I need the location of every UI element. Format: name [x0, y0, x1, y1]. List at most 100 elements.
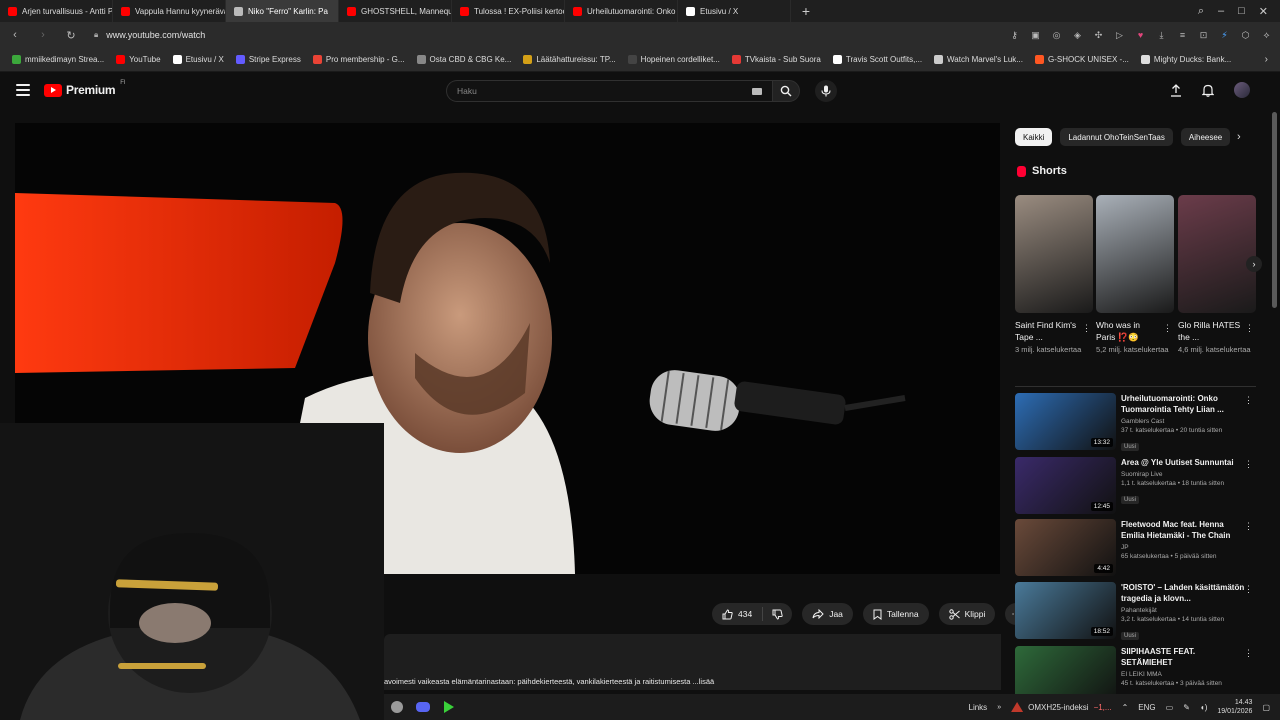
- bookmark-item[interactable]: Osta CBD & CBG Ke...: [411, 55, 518, 64]
- browser-tab[interactable]: Niko "Ferro" Karlin: Pa: [226, 0, 339, 22]
- short-item[interactable]: Glo Rilla HATES the ... 4,6 milj. katsel…: [1178, 195, 1256, 355]
- more-vertical-icon[interactable]: ⋮: [1244, 648, 1253, 659]
- browser-tab[interactable]: Urheilutuomarointi: Onko: [565, 0, 678, 22]
- search-button[interactable]: [772, 80, 800, 102]
- stock-widget[interactable]: OMXH25-indeksi −1,...: [1011, 702, 1112, 712]
- new-tab-button[interactable]: +: [797, 2, 815, 20]
- avatar[interactable]: [1234, 82, 1250, 98]
- video-title[interactable]: Area @ Yle Uutiset Sunnuntai: [1121, 457, 1245, 468]
- video-title[interactable]: SIIPIHAASTE FEAT. SETÄMIEHET: [1121, 646, 1245, 668]
- browser-tab[interactable]: Etusivu / X: [678, 0, 791, 22]
- channel-name[interactable]: Suomirap Live: [1121, 470, 1245, 479]
- short-title[interactable]: Glo Rilla HATES the ...: [1178, 319, 1242, 343]
- minimize-icon[interactable]: –: [1218, 5, 1224, 18]
- bookmark-item[interactable]: TVkaista - Sub Suora: [726, 55, 827, 64]
- url-field[interactable]: 🔒︎ www.youtube.com/watch: [94, 30, 205, 40]
- wallet-icon[interactable]: ⬡: [1240, 30, 1251, 41]
- channel-name[interactable]: JP: [1121, 543, 1245, 552]
- volume-icon[interactable]: ◖): [1200, 703, 1208, 712]
- filter-chip[interactable]: Aiheesee: [1180, 128, 1231, 146]
- close-window-icon[interactable]: ✕: [1259, 5, 1268, 18]
- maximize-icon[interactable]: □: [1238, 5, 1245, 18]
- extension-icon[interactable]: ✣: [1093, 30, 1104, 41]
- recommendation-item[interactable]: 12:45 Area @ Yle Uutiset Sunnuntai Suomi…: [1015, 457, 1265, 515]
- short-item[interactable]: Saint Find Kim's Tape ... 3 milj. katsel…: [1015, 195, 1093, 355]
- tray-overflow-icon[interactable]: ⌃: [1122, 703, 1129, 712]
- channel-name[interactable]: Pahantekijät: [1121, 606, 1245, 615]
- more-vertical-icon[interactable]: ⋮: [1245, 323, 1254, 334]
- video-title[interactable]: 'ROISTO' – Lahden käsittämätön tragedia …: [1121, 582, 1245, 604]
- save-button[interactable]: Tallenna: [862, 603, 929, 625]
- more-vertical-icon[interactable]: ⋮: [1244, 459, 1253, 470]
- short-thumbnail[interactable]: [1178, 195, 1256, 313]
- filter-chip[interactable]: Kaikki: [1015, 128, 1053, 146]
- video-title[interactable]: Urheilutuomarointi: Onko Tuomarointia Te…: [1121, 393, 1245, 415]
- like-button[interactable]: 434: [712, 607, 764, 621]
- more-vertical-icon[interactable]: ⋮: [1244, 395, 1253, 406]
- discord-icon[interactable]: [410, 694, 436, 720]
- more-vertical-icon[interactable]: ⋮: [1082, 323, 1091, 334]
- video-thumbnail[interactable]: 18:52: [1015, 582, 1116, 639]
- short-thumbnail[interactable]: [1015, 195, 1093, 313]
- clip-button[interactable]: Klippi: [938, 603, 996, 625]
- recommendation-item[interactable]: 4:42 Fleetwood Mac feat. Henna Emilia Hi…: [1015, 519, 1265, 577]
- bookmark-item[interactable]: Watch Marvel's Luk...: [928, 55, 1029, 64]
- browser-tab[interactable]: Tulossa ! EX-Poliisi kertoo: [452, 0, 565, 22]
- more-vertical-icon[interactable]: ⋮: [1244, 584, 1253, 595]
- play-app-icon[interactable]: [436, 694, 462, 720]
- channel-name[interactable]: Gamblers Cast: [1121, 417, 1245, 426]
- notifications-icon[interactable]: [1202, 84, 1214, 97]
- voice-search-button[interactable]: [815, 80, 837, 102]
- vpn-icon[interactable]: ⚡︎: [1219, 30, 1230, 41]
- browser-tab[interactable]: Vappula Hannu kyynerävarr: [113, 0, 226, 22]
- keyboard-icon[interactable]: [752, 87, 762, 95]
- video-thumbnail[interactable]: 13:32: [1015, 393, 1116, 450]
- bookmark-item[interactable]: Läätähattureissu: TP...: [517, 55, 621, 64]
- bookmark-item[interactable]: YouTube: [110, 55, 166, 64]
- notification-center-icon[interactable]: ▢: [1262, 703, 1270, 712]
- bookmark-item[interactable]: Hopeinen cordelliket...: [622, 55, 726, 64]
- network-icon[interactable]: ▭: [1166, 703, 1174, 712]
- menu-icon[interactable]: [16, 84, 30, 96]
- dislike-button[interactable]: [763, 609, 792, 620]
- links-toolbar[interactable]: Links: [969, 703, 988, 712]
- bookmark-item[interactable]: Stripe Express: [230, 55, 307, 64]
- language-indicator[interactable]: ENG: [1138, 703, 1155, 712]
- short-item[interactable]: Who was in Paris ⁉️😳 5,2 milj. katseluke…: [1096, 195, 1174, 355]
- share-button[interactable]: Jaa: [802, 603, 853, 625]
- more-vertical-icon[interactable]: ⋮: [1244, 521, 1253, 532]
- short-title[interactable]: Who was in Paris ⁉️😳: [1096, 319, 1160, 343]
- forward-icon[interactable]: ›: [36, 29, 50, 41]
- extension-icon[interactable]: ▣: [1030, 30, 1041, 41]
- key-icon[interactable]: ⚷: [1009, 30, 1020, 41]
- short-thumbnail[interactable]: [1096, 195, 1174, 313]
- play-icon[interactable]: ▷: [1114, 30, 1125, 41]
- bookmark-item[interactable]: G-SHOCK UNISEX -...: [1029, 55, 1135, 64]
- back-icon[interactable]: ‹: [8, 29, 22, 41]
- bookmark-item[interactable]: mmiikedimayn Strea...: [6, 55, 110, 64]
- browser-tab[interactable]: GHOSTSHELL, Mannequin: [339, 0, 452, 22]
- browser-tab[interactable]: Arjen turvallisuus - Antti P: [0, 0, 113, 22]
- ai-icon[interactable]: ⟡: [1261, 30, 1272, 41]
- chevron-icon[interactable]: »: [997, 704, 1001, 711]
- download-icon[interactable]: ⤓: [1156, 30, 1167, 41]
- heart-icon[interactable]: ♥: [1135, 30, 1146, 41]
- video-thumbnail[interactable]: 4:42: [1015, 519, 1116, 576]
- chevron-right-icon[interactable]: ›: [1237, 131, 1241, 143]
- reload-icon[interactable]: ↻: [64, 29, 78, 42]
- recommendation-item[interactable]: 18:52 'ROISTO' – Lahden käsittämätön tra…: [1015, 582, 1265, 640]
- menu-icon[interactable]: ≡: [1177, 30, 1188, 41]
- upload-icon[interactable]: [1170, 83, 1182, 97]
- recommendation-item[interactable]: 13:32 Urheilutuomarointi: Onko Tuomaroin…: [1015, 393, 1265, 451]
- video-title[interactable]: Fleetwood Mac feat. Henna Emilia Hietamä…: [1121, 519, 1245, 541]
- search-input[interactable]: Haku: [446, 80, 772, 102]
- camera-icon[interactable]: ◎: [1051, 30, 1062, 41]
- channel-name[interactable]: EI LEIKI MMA: [1121, 670, 1245, 679]
- video-thumbnail[interactable]: 12:45: [1015, 457, 1116, 514]
- filter-chip[interactable]: Ladannut OhoTeinSenTaas: [1060, 128, 1173, 146]
- shorts-next-button[interactable]: ›: [1246, 256, 1262, 272]
- shield-icon[interactable]: ◈: [1072, 30, 1083, 41]
- bookmark-item[interactable]: Etusivu / X: [167, 55, 230, 64]
- short-title[interactable]: Saint Find Kim's Tape ...: [1015, 319, 1079, 343]
- bookmark-item[interactable]: Travis Scott Outfits,...: [827, 55, 928, 64]
